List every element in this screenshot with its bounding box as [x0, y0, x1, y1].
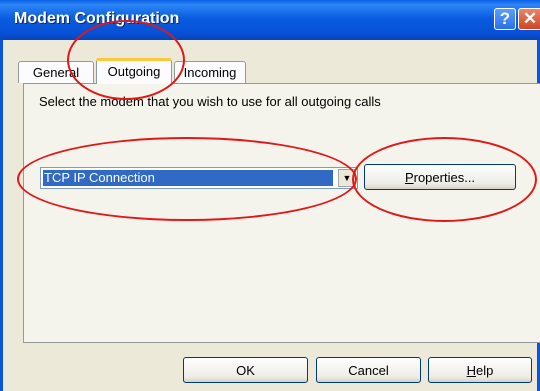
title-bar[interactable]: Modem Configuration ? ✕ — [0, 0, 540, 40]
outgoing-tab-panel: Select the modem that you wish to use fo… — [23, 83, 540, 343]
tab-general[interactable]: General — [18, 61, 94, 83]
modem-select-value: TCP IP Connection — [43, 170, 333, 186]
modem-select[interactable]: TCP IP Connection ▼ — [40, 167, 358, 189]
ok-button[interactable]: OK — [183, 357, 308, 383]
dropdown-arrow-icon[interactable]: ▼ — [338, 169, 356, 187]
cancel-button[interactable]: Cancel — [316, 357, 421, 383]
tab-outgoing[interactable]: Outgoing — [96, 58, 172, 84]
tab-incoming[interactable]: Incoming — [174, 61, 246, 83]
help-icon[interactable]: ? — [494, 8, 516, 30]
window-title: Modem Configuration — [14, 10, 180, 27]
close-icon[interactable]: ✕ — [518, 8, 540, 30]
properties-button[interactable]: Properties... — [364, 164, 516, 190]
help-button[interactable]: Help — [428, 357, 532, 383]
modem-configuration-dialog: Modem Configuration ? ✕ General Outgoing… — [0, 0, 540, 391]
instructions-text: Select the modem that you wish to use fo… — [39, 94, 381, 109]
